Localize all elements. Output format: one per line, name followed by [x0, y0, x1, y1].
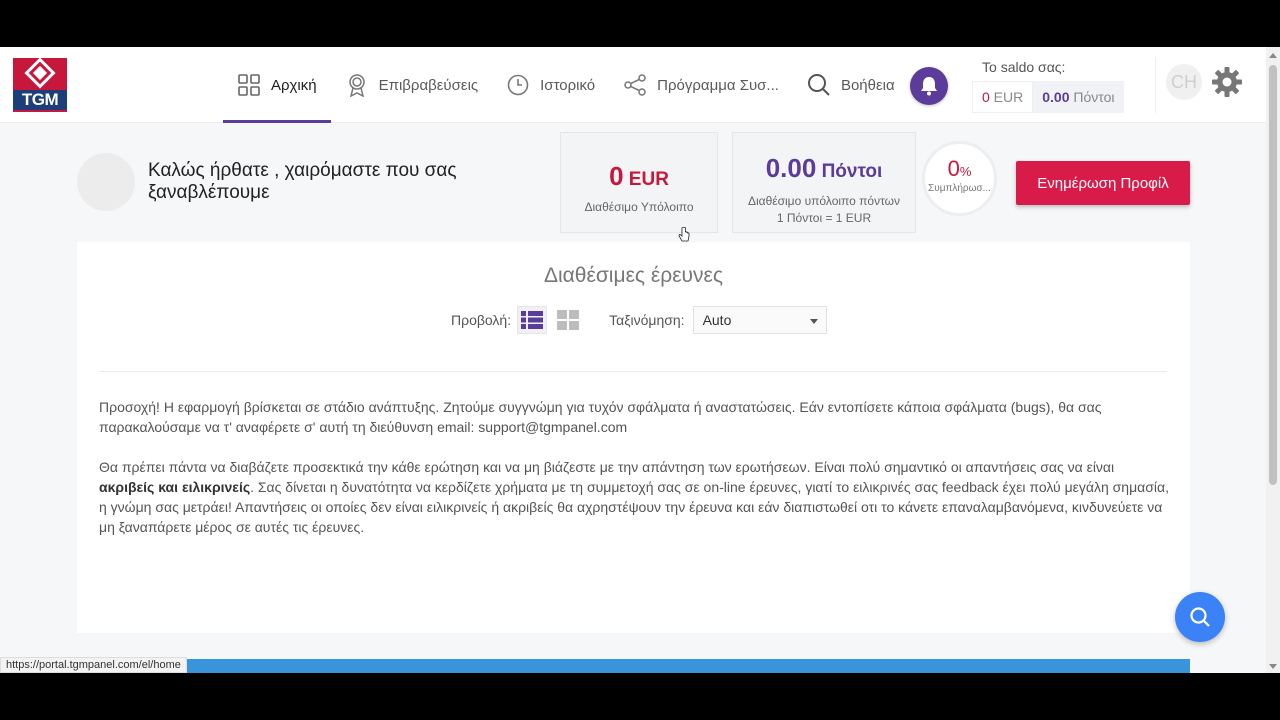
status-bar-url: https://portal.tgmpanel.com/el/home [0, 657, 187, 673]
browser-viewport: TGM Αρχική Επιβραβεύσεις Ιστορικό Πρόγρα… [0, 47, 1280, 673]
dev-notice: Προσοχή! Η εφαρμογή βρίσκεται σε στάδιο … [99, 399, 1102, 435]
profile-avatar [77, 153, 135, 211]
nav-item-label: Πρόγραμμα Συσ... [657, 76, 779, 94]
balance-row: 0 EUR 0.00 Πόντοι [972, 81, 1132, 113]
logo-text: TGM [13, 90, 67, 110]
welcome-message: Καλώς ήρθατε , χαιρόμαστε που σας ξαναβλ… [148, 160, 457, 203]
tgm-logo[interactable]: TGM [13, 57, 67, 112]
nav-item-label: Βοήθεια [840, 76, 895, 94]
balance-title: Το saldo σας: [982, 59, 1066, 75]
notifications-button[interactable] [910, 67, 948, 105]
nav-item-label: Αρχική [271, 76, 317, 94]
nav-item-home[interactable]: Αρχική [223, 47, 331, 123]
nav-item-help[interactable]: Βοήθεια [793, 47, 909, 123]
nav-item-label: Επιβραβεύσεις [378, 76, 479, 94]
grid-view-icon [557, 310, 580, 330]
profile-completion: 0% Συμπλήρωσ... [922, 141, 997, 216]
balance-card-value: 0 EUR [609, 161, 669, 191]
view-label: Προβολή: [451, 312, 512, 328]
list-view-icon [521, 311, 544, 329]
hand-cursor-icon [678, 227, 690, 242]
sort-select[interactable]: Auto [692, 306, 827, 334]
nav-item-rewards[interactable]: Επιβραβεύσεις [331, 47, 493, 123]
clock-icon [506, 73, 530, 97]
share-icon [623, 73, 647, 97]
balance-points: 0.00 Πόντοι [1033, 81, 1124, 113]
balance-eur: 0 EUR [972, 81, 1034, 113]
points-card-value: 0.00 Πόντοι [765, 153, 883, 183]
scroll-down-icon[interactable] [1269, 664, 1277, 669]
search-icon [1190, 607, 1210, 627]
balance-summary: Το saldo σας: 0 EUR 0.00 Πόντοι [972, 59, 1132, 113]
completion-label: Συμπλήρωσ... [928, 183, 991, 194]
grid-icon [237, 73, 261, 97]
nav-item-label: Ιστορικό [540, 76, 596, 94]
scroll-up-icon[interactable] [1269, 53, 1277, 58]
sort-value: Auto [702, 312, 732, 328]
bell-icon [921, 77, 937, 96]
gear-icon [1212, 67, 1242, 97]
balance-card-label: Διαθέσιμο Υπόλοιπο [584, 200, 694, 214]
footer-bar [77, 659, 1190, 673]
scrollbar-thumb[interactable] [1269, 65, 1277, 485]
points-card-label: Διαθέσιμο υπόλοιπο πόντων 1 Πόντοι = 1 E… [747, 194, 901, 225]
list-view-button[interactable] [517, 306, 548, 334]
user-avatar[interactable]: CH [1166, 64, 1202, 100]
chevron-down-icon [809, 319, 818, 324]
header-divider [1155, 57, 1156, 113]
surveys-title: Διαθέσιμες έρευνες [543, 264, 724, 287]
grid-view-button[interactable] [553, 306, 583, 334]
points-card: 0.00 Πόντοι Διαθέσιμο υπόλοιπο πόντων 1 … [732, 132, 916, 233]
balance-card: 0 EUR Διαθέσιμο Υπόλοιπο [560, 132, 718, 233]
surveys-panel: Διαθέσιμες έρευνες Προβολή: Ταξινόμηση: … [77, 242, 1190, 633]
top-header: TGM Αρχική Επιβραβεύσεις Ιστορικό Πρόγρα… [0, 47, 1266, 123]
honesty-notice: Θα πρέπει πάντα να διαβάζετε προσεκτικά … [99, 459, 1169, 535]
award-icon [345, 73, 369, 97]
update-profile-button[interactable]: Ενημέρωση Προφίλ [1016, 161, 1190, 205]
nav-item-history[interactable]: Ιστορικό [492, 47, 609, 123]
panel-divider [99, 371, 1167, 372]
main-nav: Αρχική Επιβραβεύσεις Ιστορικό Πρόγραμμα … [223, 47, 909, 123]
logo-diamond-icon [24, 57, 56, 89]
page-scrollbar[interactable] [1266, 47, 1280, 673]
settings-button[interactable] [1211, 66, 1243, 98]
sort-label: Ταξινόμηση: [609, 312, 685, 328]
view-controls: Προβολή: Ταξινόμηση: Auto [451, 306, 827, 334]
completion-value: 0% [947, 156, 972, 181]
floating-search-button[interactable] [1175, 592, 1225, 642]
search-icon [807, 73, 831, 97]
nav-item-referral[interactable]: Πρόγραμμα Συσ... [609, 47, 793, 123]
